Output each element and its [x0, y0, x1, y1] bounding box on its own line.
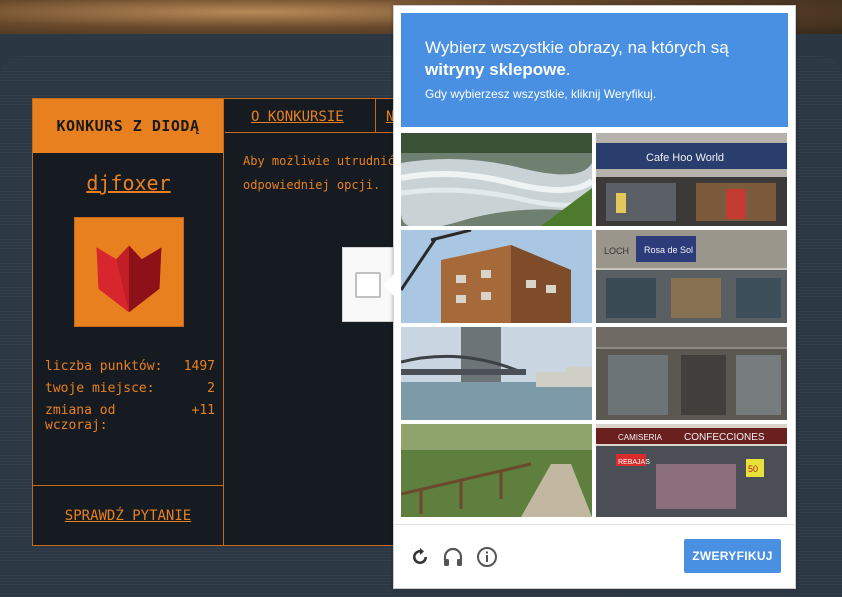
stat-value: 2: [207, 381, 215, 396]
stat-rank: twoje miejsce: 2: [45, 381, 215, 403]
captcha-header: Wybierz wszystkie obrazy, na których są …: [401, 13, 788, 127]
tile-sign-text: Cafe Hoo World: [646, 152, 724, 164]
captcha-tile-storefront-grey[interactable]: [596, 327, 787, 420]
check-question-section: SPRAWDŹ PYTANIE: [33, 485, 223, 545]
sidebar: KONKURS Z DIODĄ djfoxer liczba punktów: …: [33, 99, 224, 545]
tab-divider: [375, 99, 376, 133]
tab-about[interactable]: O KONKURSIE: [251, 109, 344, 125]
tile-sign-text: Rosa de Sol: [644, 245, 693, 255]
username-link[interactable]: djfoxer: [33, 171, 224, 195]
fox-logo-icon: [96, 245, 162, 313]
captcha-tile-building-crane[interactable]: [401, 230, 592, 323]
intro-text: Aby możliwie utrudnić ko odpowiedniej op…: [243, 149, 403, 199]
captcha-tile-storefront-cafe[interactable]: Cafe Hoo World: [596, 133, 787, 226]
intro-line: Aby możliwie utrudnić ko: [243, 154, 403, 168]
captcha-tile-storefront-confecciones[interactable]: CAMISERIA CONFECCIONES REBAJAS 50: [596, 424, 787, 517]
stat-change: zmiana od wczoraj: +11: [45, 403, 215, 433]
captcha-target: witryny sklepowe: [425, 60, 566, 79]
contest-panel: KONKURS Z DIODĄ djfoxer liczba punktów: …: [32, 98, 412, 546]
captcha-pointer: [383, 274, 394, 296]
stat-value: 1497: [183, 359, 215, 374]
stat-label: twoje miejsce:: [45, 381, 155, 396]
captcha-instruction-end: .: [565, 60, 571, 79]
captcha-challenge: Wybierz wszystkie obrazy, na których są …: [383, 5, 796, 589]
check-question-link[interactable]: SPRAWDŹ PYTANIE: [65, 508, 191, 524]
avatar: [74, 217, 184, 327]
captcha-tile-path-fence[interactable]: [401, 424, 592, 517]
sidebar-heading: KONKURS Z DIODĄ: [33, 99, 223, 153]
captcha-instruction: Wybierz wszystkie obrazy, na których są …: [425, 37, 764, 81]
headphones-icon[interactable]: [441, 545, 465, 569]
captcha-instruction-text: Wybierz wszystkie obrazy, na których są: [425, 38, 729, 57]
intro-line: odpowiedniej opcji.: [243, 178, 381, 192]
captcha-subtitle: Gdy wybierzesz wszystkie, kliknij Weryfi…: [425, 87, 657, 101]
captcha-footer: ZWERYFIKUJ: [394, 524, 795, 588]
stat-label: liczba punktów:: [45, 359, 163, 374]
recaptcha-checkbox[interactable]: [355, 272, 381, 298]
captcha-tile-storefront-loch[interactable]: Rosa de Sol LOCH: [596, 230, 787, 323]
captcha-tile-river[interactable]: [401, 133, 592, 226]
user-stats: liczba punktów: 1497 twoje miejsce: 2 zm…: [45, 359, 215, 433]
tab-bar: O KONKURSIE N: [225, 99, 411, 133]
tile-sign-text: CONFECCIONES: [684, 432, 765, 443]
tile-sign-text: 50: [748, 464, 758, 474]
tile-sign-text: LOCH: [604, 246, 629, 256]
tile-sign-text: CAMISERIA: [618, 433, 663, 442]
captcha-tile-grid: Cafe Hoo World Rosa de Sol LOCH CAMISERI…: [401, 133, 789, 519]
stat-value: +11: [191, 403, 215, 418]
tile-sign-text: REBAJAS: [618, 459, 650, 466]
info-icon[interactable]: [475, 545, 499, 569]
captcha-tile-bridge[interactable]: [401, 327, 592, 420]
verify-button[interactable]: ZWERYFIKUJ: [684, 539, 781, 573]
stat-points: liczba punktów: 1497: [45, 359, 215, 381]
stat-label: zmiana od wczoraj:: [45, 403, 116, 433]
reload-icon[interactable]: [408, 545, 432, 569]
